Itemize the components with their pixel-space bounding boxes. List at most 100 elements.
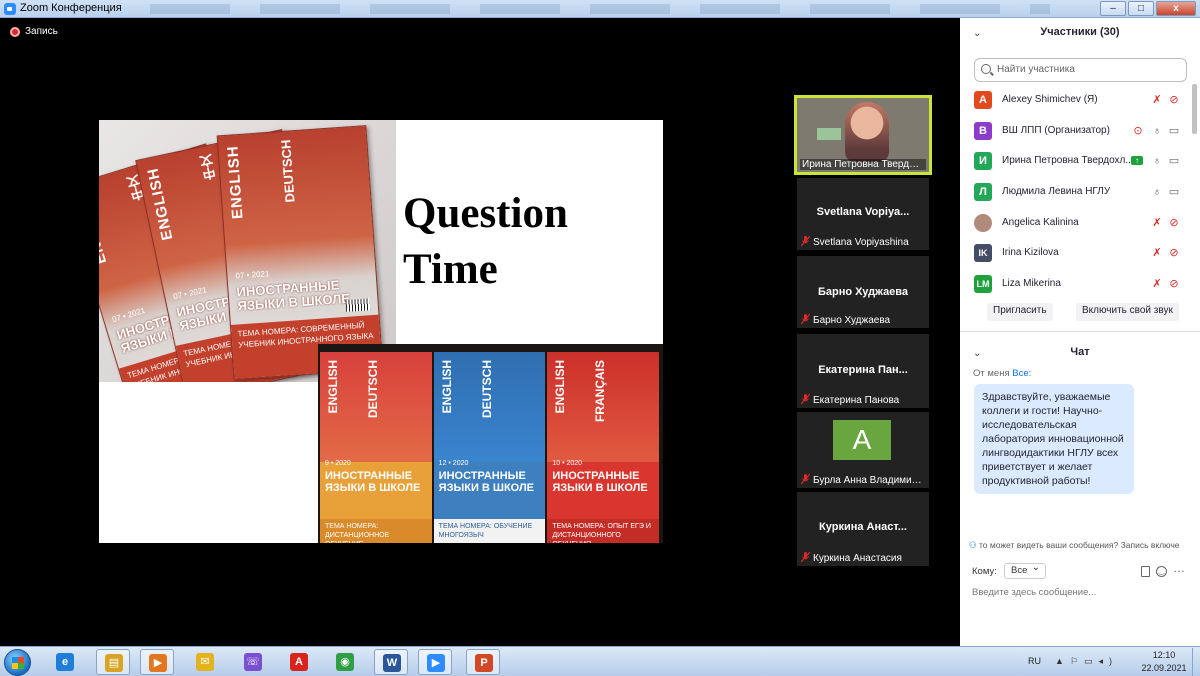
magazine-spine-text: 中文 <box>198 152 219 182</box>
taskbar-media-button[interactable]: ▶ <box>140 649 174 675</box>
mic-icon[interactable]: ♁ <box>1151 125 1163 137</box>
word-icon: W <box>383 654 401 672</box>
minimize-button[interactable]: – <box>1100 1 1126 16</box>
magazine-spine-text: ENGLISH <box>224 144 247 220</box>
mic-icon[interactable]: ♁ <box>1151 186 1163 198</box>
ie-icon: e <box>56 653 74 671</box>
mic-muted-icon[interactable]: ✗ <box>1151 94 1163 106</box>
magazine-cover: ENGLISH DEUTSCH 9 • 2020 ИНОСТРАННЫЕ ЯЗЫ… <box>320 352 432 543</box>
speaker-video-feed <box>845 102 889 162</box>
magazine-spine-text: ENGLISH <box>439 360 454 414</box>
record-dot-icon <box>10 26 20 37</box>
participant-row[interactable]: И Ирина Петровна Твердохл... ↑ ♁ ▭ <box>960 147 1192 178</box>
video-label: Куркина Анастасия <box>813 553 902 564</box>
magazine-photo-bottom: ENGLISH DEUTSCH 9 • 2020 ИНОСТРАННЫЕ ЯЗЫ… <box>318 344 663 543</box>
participant-avatar: В <box>974 121 992 140</box>
taskbar-word-button[interactable]: W <box>374 649 408 675</box>
video-tile-name: Екатерина Пан... <box>818 364 908 376</box>
taskbar-viber-button[interactable]: ☏ <box>236 649 270 675</box>
visibility-text: то может видеть ваши сообщения? Запись в… <box>979 540 1180 550</box>
participants-title: Участники (30) <box>1040 26 1120 38</box>
participant-name: Liza Mikerina <box>1002 278 1061 290</box>
participant-row[interactable]: Angelica Kalinina ✗ ⊘ <box>960 209 1192 240</box>
magazine-photo-top: ENGLISH 中文 07 • 2021 ИНОСТРАННЫЕ ЯЗЫКИ В… <box>99 120 396 382</box>
recording-indicator[interactable]: Запись <box>10 26 58 37</box>
participant-row[interactable]: В ВШ ЛПП (Организатор) ⊙ ♁ ▭ <box>960 117 1192 148</box>
media-icon: ▶ <box>149 654 167 672</box>
video-off-icon[interactable]: ⊘ <box>1168 217 1180 229</box>
magazine-spine-text: FRANÇAIS <box>593 360 608 422</box>
more-icon[interactable]: … <box>1173 561 1185 575</box>
file-icon[interactable] <box>1141 566 1150 577</box>
video-tile-name: Svetlana Vopiya... <box>816 206 910 218</box>
show-desktop-button[interactable] <box>1192 648 1200 676</box>
video-tile[interactable]: Барно Худжаева Барно Худжаева <box>797 256 929 328</box>
close-button[interactable]: x <box>1156 1 1196 16</box>
active-speaker-video[interactable]: Ирина Петровна Твердох... <box>794 95 932 175</box>
participant-row[interactable]: Л Людмила Левина НГЛУ ♁ ▭ <box>960 178 1192 209</box>
chat-message-bubble: Здравствуйте, уважаемые коллеги и гости!… <box>974 384 1134 494</box>
chat-recipient-select[interactable]: Все <box>1004 562 1046 579</box>
participant-search-input[interactable]: Найти участника <box>974 58 1187 82</box>
mic-muted-icon[interactable]: ✗ <box>1151 278 1163 290</box>
language-indicator[interactable]: RU <box>1028 656 1041 666</box>
video-off-icon[interactable]: ⊘ <box>1168 278 1180 290</box>
participant-list: A Alexey Shimichev (Я) ✗ ⊘ В ВШ ЛПП (Орг… <box>960 86 1192 301</box>
presentation-slide: ENGLISH 中文 07 • 2021 ИНОСТРАННЫЕ ЯЗЫКИ В… <box>99 120 663 543</box>
invite-button[interactable]: Пригласить <box>987 303 1053 321</box>
magazine-cover: ENGLISH DEUTSCH 07 • 2021 ИНОСТРАННЫЕ ЯЗ… <box>216 125 384 380</box>
participant-row[interactable]: A Alexey Shimichev (Я) ✗ ⊘ <box>960 86 1192 117</box>
shared-screen: ENGLISH 中文 07 • 2021 ИНОСТРАННЫЕ ЯЗЫКИ В… <box>6 120 757 543</box>
magazine-spine-text: DEUTSCH <box>479 360 494 419</box>
magazine-title: ИНОСТРАННЫЕ ЯЗЫКИ В ШКОЛЕ <box>552 470 648 494</box>
participant-avatar: A <box>833 420 891 460</box>
magazine-theme: ТЕМА НОМЕРА: ДИСТАНЦИОННОЕ ОБУЧЕНИЕ <box>320 519 432 543</box>
magazine-title: ИНОСТРАННЫЕ ЯЗЫКИ В ШКОЛЕ <box>325 470 421 494</box>
clock-time[interactable]: 12:10 <box>1138 650 1190 660</box>
explorer-icon: ▤ <box>105 654 123 672</box>
video-icon[interactable]: ▭ <box>1168 186 1180 198</box>
video-icon[interactable]: ▭ <box>1168 125 1180 137</box>
video-tile[interactable]: A Бурла Анна Владимиро... <box>797 412 929 488</box>
taskbar-mail-button[interactable]: ✉ <box>188 649 222 675</box>
slide-heading: Question Time <box>403 186 568 298</box>
taskbar-explorer-button[interactable]: ▤ <box>96 649 130 675</box>
clock-date[interactable]: 22.09.2021 <box>1138 663 1190 673</box>
panel-divider <box>960 331 1200 332</box>
participant-avatar: Л <box>974 183 992 202</box>
unmute-button[interactable]: Включить свой звук <box>1076 303 1179 321</box>
emoji-icon[interactable]: ‿ <box>1156 566 1167 577</box>
tray-icons[interactable]: ▲⚐▭◂) <box>1055 656 1118 667</box>
video-tile[interactable]: Куркина Анаст... Куркина Анастасия <box>797 492 929 566</box>
magazine-date: 12 • 2020 <box>438 460 469 467</box>
taskbar-acrobat-button[interactable]: A <box>282 649 316 675</box>
participant-avatar: LM <box>974 275 992 294</box>
participant-list-scrollbar[interactable] <box>1192 84 1197 134</box>
maximize-button[interactable]: □ <box>1128 1 1154 16</box>
start-button[interactable] <box>4 649 31 676</box>
video-tile[interactable]: Екатерина Пан... Екатерина Панова <box>797 334 929 408</box>
taskbar-present-button[interactable]: P <box>466 649 500 675</box>
video-off-icon[interactable]: ⊘ <box>1168 247 1180 259</box>
chat-title: Чат <box>1070 346 1090 358</box>
viber-icon: ☏ <box>244 653 262 671</box>
zoom-window: Zoom Конференция – □ x Запись ENGLISH 中文… <box>0 0 1200 676</box>
mic-muted-icon[interactable]: ✗ <box>1151 217 1163 229</box>
video-off-icon[interactable]: ⊘ <box>1168 94 1180 106</box>
video-tile-name: Куркина Анаст... <box>819 521 907 533</box>
chat-visibility-notice[interactable]: ⚇ то может видеть ваши сообщения? Запись… <box>969 540 1197 551</box>
video-tile[interactable]: Svetlana Vopiya... Svetlana Vopiyashina <box>797 178 929 250</box>
mic-icon[interactable]: ♁ <box>1151 155 1163 167</box>
participant-name: Ирина Петровна Твердохл... <box>1002 155 1134 167</box>
taskbar-ie-button[interactable]: e <box>48 649 82 675</box>
mic-muted-icon[interactable]: ✗ <box>1151 247 1163 259</box>
participant-row[interactable]: LM Liza Mikerina ✗ ⊘ <box>960 270 1192 301</box>
chat-message-input[interactable]: Введите здесь сообщение... <box>972 587 1096 598</box>
video-label: Екатерина Панова <box>813 395 900 406</box>
participant-row[interactable]: IK Irina Kizilova ✗ ⊘ <box>960 239 1192 270</box>
taskbar-zoom-button[interactable]: ▶ <box>418 649 452 675</box>
magazine-spine-text: ENGLISH <box>326 360 340 414</box>
video-icon[interactable]: ▭ <box>1168 155 1180 167</box>
taskbar-chrome-button[interactable]: ◉ <box>328 649 362 675</box>
video-tile-name: Барно Худжаева <box>817 286 909 298</box>
